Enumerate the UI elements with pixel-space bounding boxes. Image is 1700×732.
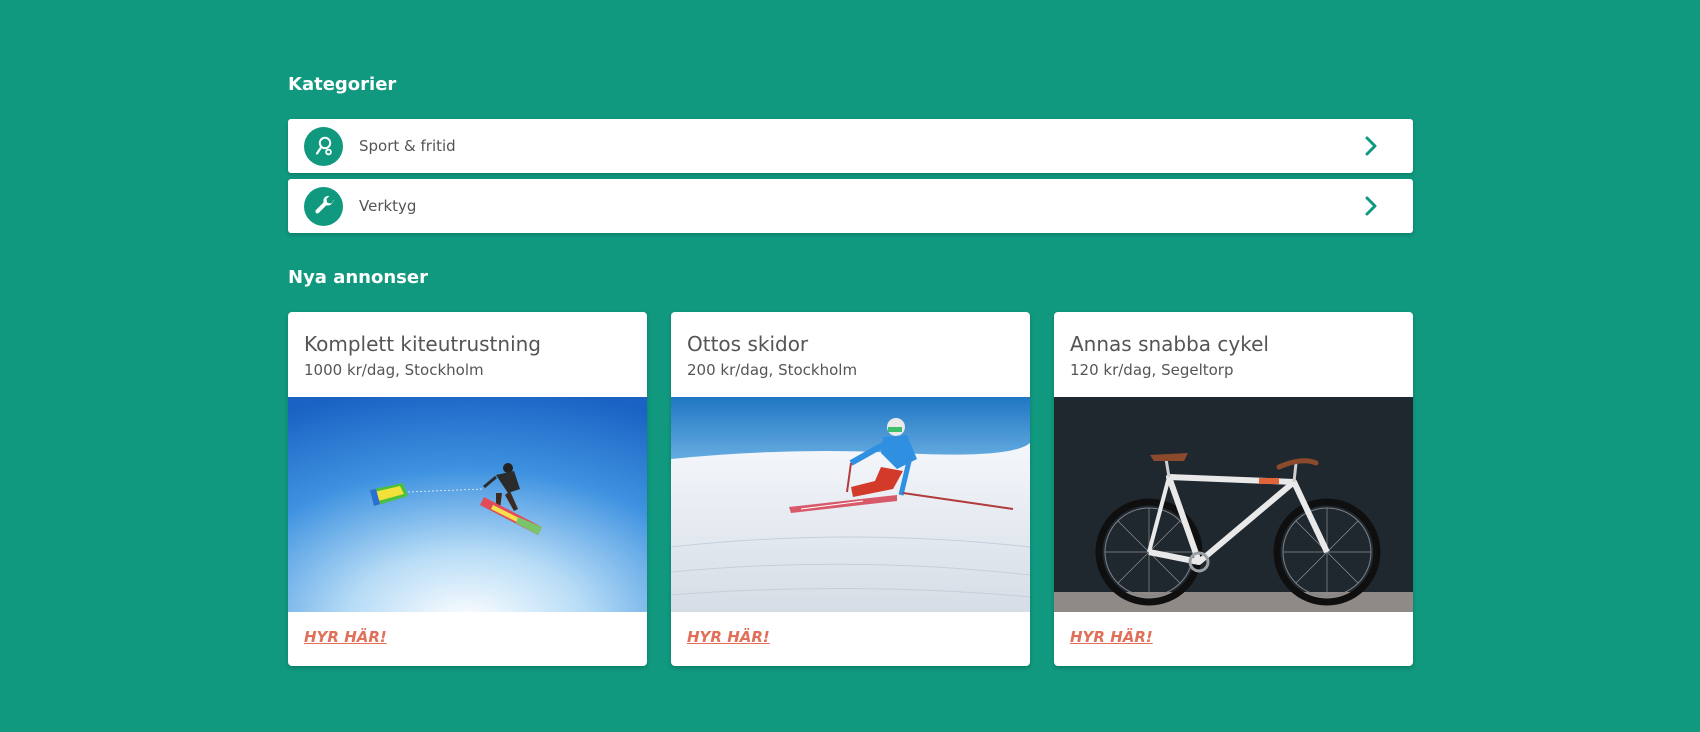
category-sport-fritid[interactable]: Sport & fritid [288,119,1413,173]
category-label: Verktyg [359,197,417,215]
ad-title: Ottos skidor [687,332,809,356]
ad-price-location: 200 kr/dag, Stockholm [687,361,858,379]
ad-card: Annas snabba cykel 120 kr/dag, Segeltorp [1054,312,1413,666]
rent-here-link[interactable]: HYR HÄR! [1070,628,1153,646]
skier-photo [671,397,1030,612]
ad-price-location: 1000 kr/dag, Stockholm [304,361,484,379]
kitesurfer-photo [288,397,647,612]
ad-title: Komplett kiteutrustning [304,332,542,356]
wrench-icon [304,186,343,226]
category-verktyg[interactable]: Verktyg [288,179,1413,233]
new-ads-heading: Nya annonser [288,267,428,288]
rent-here-link[interactable]: HYR HÄR! [687,628,770,646]
ad-card: Komplett kiteutrustning 1000 kr/dag, Sto… [288,312,647,666]
ad-price-location: 120 kr/dag, Segeltorp [1070,361,1234,379]
categories-heading: Kategorier [288,74,397,95]
rent-here-link[interactable]: HYR HÄR! [304,628,387,646]
bicycle-photo [1054,397,1413,612]
tennis-racket-icon [304,126,343,166]
chevron-right-icon [1359,194,1383,218]
category-label: Sport & fritid [359,137,456,155]
ad-card: Ottos skidor 200 kr/dag, Stockholm HYR H… [671,312,1030,666]
chevron-right-icon [1359,134,1383,158]
ad-title: Annas snabba cykel [1070,332,1269,356]
